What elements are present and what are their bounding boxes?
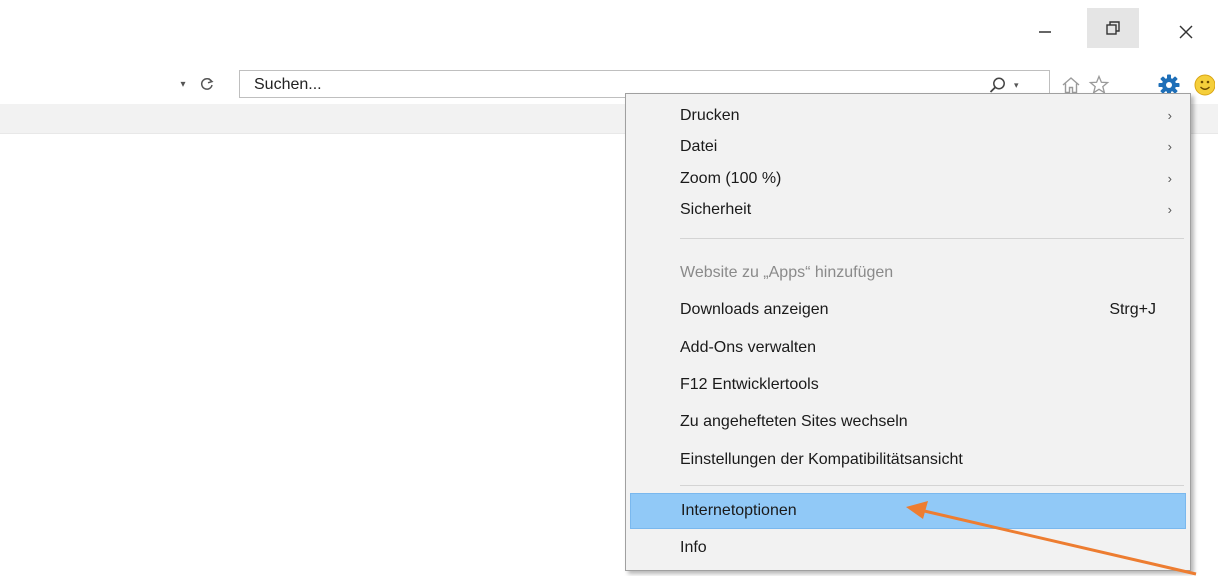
menu-item-label: Einstellungen der Kompatibilitätsansicht	[680, 451, 963, 468]
restore-icon	[1106, 21, 1120, 35]
chevron-right-icon: ›	[1167, 108, 1172, 123]
minimize-button[interactable]	[1022, 14, 1068, 50]
menu-item-info[interactable]: Info	[630, 531, 1186, 565]
restore-button[interactable]	[1087, 8, 1139, 48]
menu-item-addons[interactable]: Add-Ons verwalten	[630, 333, 1186, 363]
minimize-icon	[1039, 31, 1051, 33]
refresh-button[interactable]	[196, 72, 218, 96]
menu-item-sicherheit[interactable]: Sicherheit ›	[630, 195, 1186, 225]
menu-item-downloads[interactable]: Downloads anzeigen Strg+J	[630, 295, 1186, 325]
close-icon	[1179, 25, 1193, 39]
close-button[interactable]	[1163, 14, 1209, 50]
smiley-feedback-icon	[1194, 74, 1215, 96]
menu-item-label: Datei	[680, 138, 718, 155]
menu-item-compatibility-view[interactable]: Einstellungen der Kompatibilitätsansicht	[630, 445, 1186, 475]
menu-item-drucken[interactable]: Drucken ›	[630, 101, 1186, 131]
feedback-button[interactable]	[1190, 72, 1216, 98]
search-input[interactable]: Suchen...	[254, 76, 322, 94]
menu-item-label: Info	[680, 539, 707, 556]
menu-separator	[680, 485, 1184, 486]
menu-item-label: F12 Entwicklertools	[680, 376, 819, 393]
menu-item-label: Zoom (100 %)	[680, 170, 782, 187]
menu-item-label: Add-Ons verwalten	[680, 339, 817, 356]
menu-item-shortcut: Strg+J	[1109, 301, 1156, 318]
menu-item-add-to-apps: Website zu „Apps“ hinzufügen	[630, 258, 1186, 288]
tools-menu: Drucken › Datei › Zoom (100 %) › Sicherh…	[625, 93, 1191, 571]
chevron-down-icon: ▾	[180, 78, 186, 90]
menu-item-zoom[interactable]: Zoom (100 %) ›	[630, 164, 1186, 194]
menu-item-label: Zu angehefteten Sites wechseln	[680, 413, 908, 430]
chevron-right-icon: ›	[1167, 202, 1172, 217]
menu-item-label: Sicherheit	[680, 201, 752, 218]
chevron-right-icon: ›	[1167, 171, 1172, 186]
chevron-down-icon[interactable]: ▾	[1014, 80, 1019, 91]
menu-item-label: Internetoptionen	[681, 502, 797, 519]
menu-item-label: Drucken	[680, 107, 740, 124]
menu-item-devtools[interactable]: F12 Entwicklertools	[630, 370, 1186, 400]
menu-item-internetoptionen[interactable]: Internetoptionen	[630, 493, 1186, 529]
browser-window: ▾ Suchen... ▾ Drucken › Datei › Zoom (10…	[0, 0, 1218, 576]
refresh-icon	[201, 77, 214, 90]
chevron-right-icon: ›	[1167, 139, 1172, 154]
menu-separator	[680, 238, 1184, 239]
menu-item-label: Website zu „Apps“ hinzufügen	[680, 264, 894, 281]
search-icon[interactable]	[988, 76, 1008, 94]
menu-item-datei[interactable]: Datei ›	[630, 132, 1186, 162]
menu-item-pinned-sites[interactable]: Zu angehefteten Sites wechseln	[630, 407, 1186, 437]
address-dropdown-button[interactable]: ▾	[176, 72, 190, 96]
